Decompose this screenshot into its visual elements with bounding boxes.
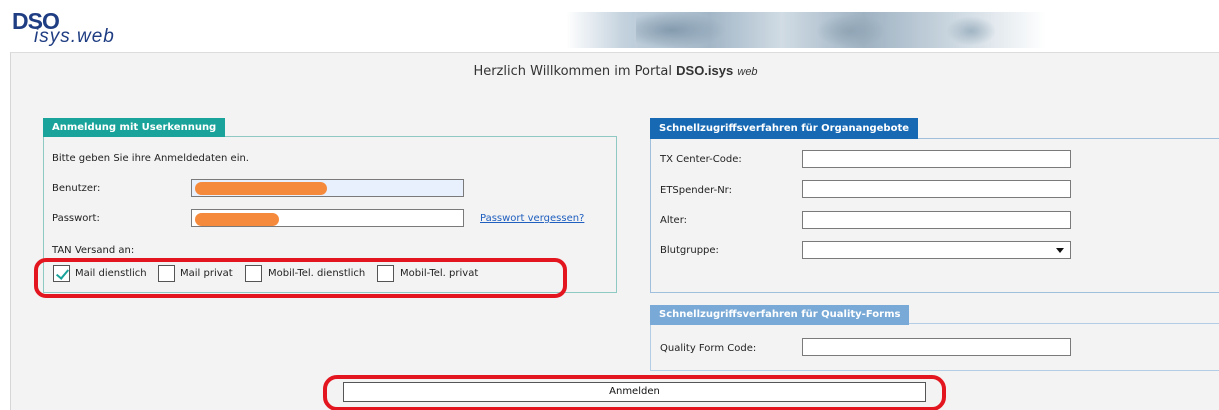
dso-isys-logo: DSO isys.web — [12, 8, 152, 50]
redacted-username — [195, 182, 327, 195]
quality-quickaccess-tab: Schnellzugriffsverfahren für Quality-For… — [650, 305, 910, 325]
tx-center-code-label: TX Center-Code: — [660, 154, 742, 165]
alter-input[interactable] — [802, 211, 1071, 229]
quality-form-code-input[interactable] — [802, 338, 1071, 356]
user-label: Benutzer: — [52, 183, 101, 194]
portal-main: Herzlich Willkommen im Portal DSO.isys w… — [10, 52, 1219, 410]
banner-photo-figure — [816, 14, 886, 48]
etspender-nr-input[interactable] — [802, 180, 1071, 198]
redacted-password — [195, 213, 279, 226]
annotation-highlight-tan — [34, 258, 567, 298]
login-intro-text: Bitte geben Sie ihre Anmeldedaten ein. — [52, 153, 249, 164]
app-header: DSO isys.web — [0, 0, 1219, 52]
password-label: Passwort: — [52, 213, 100, 224]
organ-quickaccess-tab: Schnellzugriffsverfahren für Organangebo… — [650, 118, 919, 139]
welcome-suffix: web — [737, 66, 758, 78]
forgot-password-link[interactable]: Passwort vergessen? — [480, 213, 584, 224]
annotation-highlight-login — [323, 375, 946, 410]
blutgruppe-select[interactable] — [802, 241, 1071, 259]
banner-photo-figure — [946, 16, 996, 46]
chevron-down-icon — [1056, 248, 1064, 253]
alter-label: Alter: — [660, 215, 687, 226]
login-panel-tab: Anmeldung mit Userkennung — [43, 118, 226, 137]
tx-center-code-input[interactable] — [802, 150, 1071, 168]
welcome-brand: DSO.isys — [676, 63, 734, 78]
welcome-title: Herzlich Willkommen im Portal DSO.isys w… — [11, 63, 1219, 79]
blutgruppe-label: Blutgruppe: — [660, 245, 719, 256]
tan-label: TAN Versand an: — [52, 245, 135, 256]
welcome-prefix: Herzlich Willkommen im Portal — [473, 64, 677, 79]
banner-photo-figure — [636, 12, 726, 48]
quality-form-code-label: Quality Form Code: — [660, 343, 757, 354]
etspender-nr-label: ETSpender-Nr: — [660, 185, 732, 196]
logo-isys-text: isys.web — [34, 26, 115, 47]
header-banner-photo — [566, 12, 1046, 48]
